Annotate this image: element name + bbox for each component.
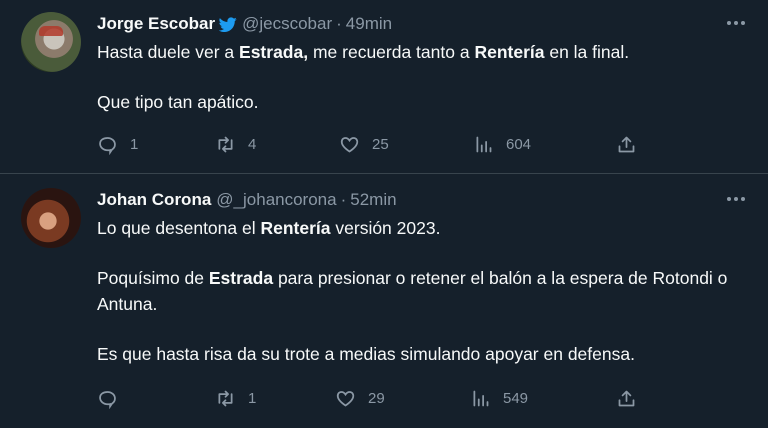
- reply-icon: [99, 136, 116, 155]
- text-run: Es que hasta risa da su trote a medias s…: [97, 344, 635, 364]
- retweet-count: 4: [248, 135, 257, 153]
- more-options-icon[interactable]: [724, 187, 748, 211]
- separator-dot: ·: [340, 190, 347, 209]
- like-count: 25: [372, 135, 389, 153]
- author-name[interactable]: Johan Corona: [97, 190, 211, 210]
- bold-text: Estrada: [208, 268, 274, 288]
- verified-badge-icon: [218, 16, 237, 33]
- share-button[interactable]: [616, 132, 637, 156]
- views-button[interactable]: 549: [470, 386, 528, 410]
- tweet-text: Lo que desentona el Rentería versión 202…: [97, 215, 748, 367]
- share-icon: [618, 136, 635, 152]
- text-run: Lo que desentona el: [97, 218, 261, 238]
- like-button[interactable]: 29: [335, 386, 385, 410]
- tweet-paragraph: Lo que desentona el Rentería versión 202…: [97, 215, 748, 241]
- tweet-paragraph: Hasta duele ver a Estrada, me recuerda t…: [97, 39, 748, 65]
- views-button[interactable]: 604: [473, 132, 531, 156]
- text-run: versión 2023.: [330, 218, 441, 238]
- tweet-paragraph: Es que hasta risa da su trote a medias s…: [97, 341, 748, 367]
- retweet-icon: [218, 390, 233, 406]
- more-options-icon[interactable]: [724, 11, 748, 35]
- views-chart-icon: [476, 136, 492, 152]
- tweet-text: Hasta duele ver a Estrada, me recuerda t…: [97, 39, 748, 115]
- author-name[interactable]: Jorge Escobar: [97, 14, 215, 34]
- text-run: me recuerda tanto a: [308, 42, 475, 62]
- author-handle[interactable]: @jecscobar: [242, 14, 332, 34]
- retweet-button[interactable]: 1: [215, 386, 256, 410]
- reply-icon: [99, 390, 116, 409]
- text-run: Que tipo tan apático.: [97, 92, 259, 112]
- bold-text: Rentería: [260, 218, 331, 238]
- timestamp[interactable]: 49min: [346, 14, 392, 34]
- author-handle[interactable]: @_johancorona: [216, 190, 336, 210]
- avatar[interactable]: [21, 188, 81, 248]
- heart-icon: [340, 136, 359, 153]
- tweet[interactable]: Jorge Escobar @jecscobar · 49min Hasta d…: [0, 0, 768, 174]
- views-chart-icon: [473, 390, 489, 406]
- views-count: 549: [503, 389, 529, 407]
- avatar[interactable]: [21, 12, 81, 72]
- separator-dot: ·: [336, 14, 342, 33]
- tweet[interactable]: Johan Corona @_johancorona · 52min Lo qu…: [0, 174, 768, 428]
- reply-button[interactable]: 1: [97, 132, 138, 156]
- heart-icon: [336, 390, 355, 407]
- retweet-icon: [218, 136, 233, 152]
- retweet-button[interactable]: 4: [215, 132, 256, 156]
- tweet-paragraph: Poquísimo de Estrada para presionar o re…: [97, 265, 748, 317]
- text-run: Poquísimo de: [97, 268, 209, 288]
- reply-button[interactable]: [97, 386, 130, 410]
- tweet-header: Johan Corona @_johancorona · 52min: [97, 187, 748, 213]
- tweet-paragraph: Que tipo tan apático.: [97, 89, 748, 115]
- tweet-header: Jorge Escobar @jecscobar · 49min: [97, 11, 748, 37]
- views-count: 604: [506, 135, 532, 153]
- like-count: 29: [368, 389, 385, 407]
- bold-text: Estrada,: [239, 42, 309, 62]
- text-run: Hasta duele ver a: [97, 42, 240, 62]
- share-icon: [618, 390, 635, 406]
- share-button[interactable]: [616, 386, 637, 410]
- retweet-count: 1: [248, 389, 257, 407]
- like-button[interactable]: 25: [339, 132, 389, 156]
- text-run: en la final.: [544, 42, 630, 62]
- timestamp[interactable]: 52min: [350, 190, 396, 210]
- reply-count: 1: [130, 135, 139, 153]
- bold-text: Rentería: [474, 42, 545, 62]
